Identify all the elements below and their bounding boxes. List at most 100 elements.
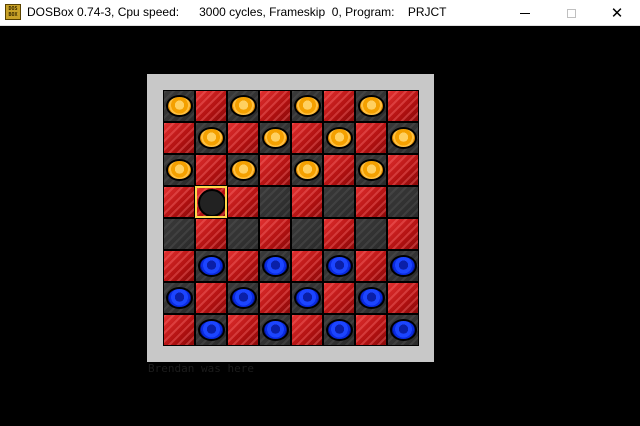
board-square-dark[interactable] xyxy=(291,282,323,314)
board-square-dark[interactable] xyxy=(227,90,259,122)
maximize-icon xyxy=(566,8,576,18)
checkers-board[interactable] xyxy=(163,90,419,346)
board-square-red[interactable] xyxy=(227,250,259,282)
board-square-dark[interactable] xyxy=(323,122,355,154)
board-square-dark[interactable] xyxy=(291,90,323,122)
board-square-red[interactable] xyxy=(355,186,387,218)
orange-checker-piece[interactable] xyxy=(390,127,417,149)
orange-checker-piece[interactable] xyxy=(230,95,257,117)
board-square-red[interactable] xyxy=(195,90,227,122)
blue-checker-piece[interactable] xyxy=(262,319,289,341)
board-square-dark[interactable] xyxy=(291,218,323,250)
board-square-dark[interactable] xyxy=(163,282,195,314)
board-square-dark[interactable] xyxy=(387,314,419,346)
board-square-red[interactable] xyxy=(291,314,323,346)
board-square-red[interactable] xyxy=(227,186,259,218)
selection-cursor-icon xyxy=(198,189,225,216)
orange-checker-piece[interactable] xyxy=(262,127,289,149)
blue-checker-piece[interactable] xyxy=(198,319,225,341)
blue-checker-piece[interactable] xyxy=(390,255,417,277)
minimize-button[interactable] xyxy=(502,0,548,26)
board-square-dark[interactable] xyxy=(227,154,259,186)
board-square-dark[interactable] xyxy=(291,154,323,186)
board-square-red[interactable] xyxy=(227,314,259,346)
board-square-red[interactable] xyxy=(387,90,419,122)
board-square-dark[interactable] xyxy=(323,250,355,282)
board-square-red[interactable] xyxy=(163,122,195,154)
board-square-red[interactable] xyxy=(195,282,227,314)
blue-checker-piece[interactable] xyxy=(326,319,353,341)
board-square-red[interactable] xyxy=(355,314,387,346)
checkers-board-frame xyxy=(147,74,434,362)
board-square-dark[interactable] xyxy=(259,186,291,218)
board-square-dark[interactable] xyxy=(387,250,419,282)
board-square-dark[interactable] xyxy=(387,186,419,218)
minimize-icon xyxy=(520,12,530,14)
board-square-red[interactable] xyxy=(163,314,195,346)
orange-checker-piece[interactable] xyxy=(294,159,321,181)
board-square-red[interactable] xyxy=(259,154,291,186)
board-square-dark[interactable] xyxy=(355,90,387,122)
board-square-red[interactable] xyxy=(323,90,355,122)
blue-checker-piece[interactable] xyxy=(166,287,193,309)
board-square-dark[interactable] xyxy=(227,218,259,250)
window-title: DOSBox 0.74-3, Cpu speed: 3000 cycles, F… xyxy=(27,5,447,19)
board-square-dark[interactable] xyxy=(163,154,195,186)
close-button[interactable]: ✕ xyxy=(594,0,640,26)
board-square-red[interactable] xyxy=(355,250,387,282)
board-square-red[interactable] xyxy=(387,282,419,314)
board-square-red[interactable] xyxy=(323,282,355,314)
board-square-dark[interactable] xyxy=(163,90,195,122)
window-title-bar[interactable]: DOS BOX DOSBox 0.74-3, Cpu speed: 3000 c… xyxy=(0,0,640,26)
board-square-dark[interactable] xyxy=(355,282,387,314)
board-square-dark[interactable] xyxy=(323,314,355,346)
board-square-red[interactable] xyxy=(291,186,323,218)
dosbox-app-icon[interactable]: DOS BOX xyxy=(5,4,21,20)
orange-checker-piece[interactable] xyxy=(326,127,353,149)
orange-checker-piece[interactable] xyxy=(358,159,385,181)
board-square-dark[interactable] xyxy=(195,122,227,154)
board-square-dark[interactable] xyxy=(195,250,227,282)
board-square-dark[interactable] xyxy=(227,282,259,314)
board-square-dark[interactable] xyxy=(163,218,195,250)
board-square-dark[interactable] xyxy=(355,154,387,186)
board-square-red[interactable] xyxy=(387,218,419,250)
board-square-red[interactable] xyxy=(323,154,355,186)
board-square-selected[interactable] xyxy=(195,186,227,218)
orange-checker-piece[interactable] xyxy=(166,159,193,181)
board-square-red[interactable] xyxy=(163,186,195,218)
blue-checker-piece[interactable] xyxy=(390,319,417,341)
board-square-red[interactable] xyxy=(259,282,291,314)
blue-checker-piece[interactable] xyxy=(230,287,257,309)
orange-checker-piece[interactable] xyxy=(198,127,225,149)
board-square-dark[interactable] xyxy=(259,314,291,346)
blue-checker-piece[interactable] xyxy=(198,255,225,277)
maximize-button[interactable] xyxy=(548,0,594,26)
board-square-red[interactable] xyxy=(195,154,227,186)
orange-checker-piece[interactable] xyxy=(358,95,385,117)
board-square-red[interactable] xyxy=(163,250,195,282)
board-square-red[interactable] xyxy=(355,122,387,154)
board-square-red[interactable] xyxy=(195,218,227,250)
board-square-red[interactable] xyxy=(291,250,323,282)
blue-checker-piece[interactable] xyxy=(326,255,353,277)
blue-checker-piece[interactable] xyxy=(294,287,321,309)
board-square-dark[interactable] xyxy=(259,122,291,154)
blue-checker-piece[interactable] xyxy=(358,287,385,309)
board-square-red[interactable] xyxy=(227,122,259,154)
orange-checker-piece[interactable] xyxy=(166,95,193,117)
board-square-dark[interactable] xyxy=(355,218,387,250)
board-square-red[interactable] xyxy=(291,122,323,154)
board-square-red[interactable] xyxy=(259,218,291,250)
board-square-dark[interactable] xyxy=(323,186,355,218)
blue-checker-piece[interactable] xyxy=(262,255,289,277)
board-square-dark[interactable] xyxy=(259,250,291,282)
orange-checker-piece[interactable] xyxy=(294,95,321,117)
board-square-dark[interactable] xyxy=(387,122,419,154)
board-square-red[interactable] xyxy=(323,218,355,250)
close-icon: ✕ xyxy=(610,4,624,22)
board-square-dark[interactable] xyxy=(195,314,227,346)
board-square-red[interactable] xyxy=(259,90,291,122)
board-square-red[interactable] xyxy=(387,154,419,186)
orange-checker-piece[interactable] xyxy=(230,159,257,181)
